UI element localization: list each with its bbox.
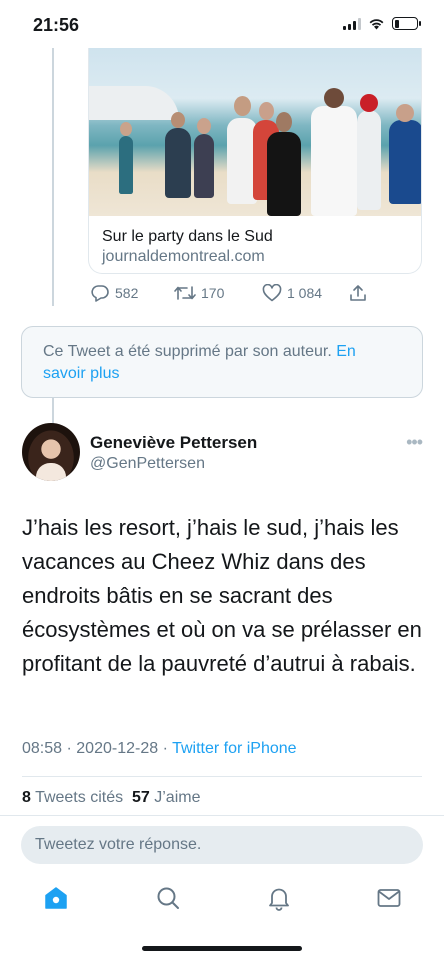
share-button[interactable]: [348, 284, 368, 302]
cellular-signal-icon: [343, 17, 361, 30]
quote-tweets-link[interactable]: 8 Tweets cités: [22, 789, 123, 806]
meta-separator: ·: [66, 740, 72, 757]
tweet-date: 2020-12-28: [76, 740, 159, 757]
battery-level: [394, 19, 399, 28]
mail-icon: [377, 889, 401, 907]
reply-icon: [91, 285, 109, 302]
reply-input[interactable]: [21, 826, 423, 864]
tweet-source-link[interactable]: Twitter for iPhone: [172, 740, 297, 757]
tab-bar: [0, 877, 444, 921]
like-total: 57: [131, 789, 150, 806]
divider: [22, 776, 422, 777]
link-preview-card[interactable]: Sur le party dans le Sud journaldemontre…: [88, 48, 422, 274]
meta-separator: ·: [162, 740, 168, 757]
battery-icon: [392, 17, 421, 30]
wifi-icon: [369, 19, 384, 30]
tab-search[interactable]: [155, 885, 181, 911]
avatar[interactable]: [22, 423, 80, 481]
bell-icon: [269, 888, 289, 911]
tab-messages[interactable]: [376, 885, 402, 911]
reply-button[interactable]: 582: [90, 284, 138, 302]
thread-line: [52, 48, 54, 306]
tweet-meta: 08:58 · 2020-12-28 · Twitter for iPhone: [22, 740, 297, 758]
tweet-stats: 8 Tweets cités 57 J’aime: [22, 789, 200, 807]
tweet-actions: 582 170 1 084: [90, 284, 380, 306]
parasol: [89, 86, 179, 120]
tweet-time: 08:58: [22, 740, 63, 757]
quote-label: Tweets cités: [35, 789, 124, 806]
share-icon: [350, 285, 366, 301]
card-image: [89, 48, 421, 216]
quote-count: 8: [22, 789, 31, 806]
reply-count: 582: [115, 285, 139, 301]
retweet-icon: [174, 286, 196, 300]
like-button[interactable]: 1 084: [262, 284, 322, 302]
like-count: 1 084: [287, 285, 323, 301]
search-icon: [157, 887, 179, 909]
home-icon: [45, 887, 67, 909]
card-title: Sur le party dans le Sud: [102, 228, 273, 245]
card-domain: journaldemontreal.com: [102, 248, 265, 265]
likes-link[interactable]: 57 J’aime: [132, 789, 200, 806]
tab-notifications[interactable]: [266, 885, 292, 911]
tweet-text: J’hais les resort, j’hais le sud, j’hais…: [22, 515, 422, 676]
status-time: 21:56: [33, 15, 80, 35]
heart-icon: [262, 284, 282, 302]
deleted-tweet-notice: Ce Tweet a été supprimé par son auteur. …: [21, 326, 423, 398]
status-icons: [343, 17, 421, 30]
home-indicator: [142, 946, 302, 951]
deleted-notice-text: Ce Tweet a été supprimé par son auteur.: [43, 343, 337, 360]
retweet-button[interactable]: 170: [174, 284, 224, 302]
more-options-icon[interactable]: •••: [406, 432, 423, 453]
tab-home[interactable]: [43, 885, 69, 911]
thread-line: [52, 396, 54, 426]
display-name[interactable]: Geneviève Pettersen: [90, 433, 257, 453]
like-label: J’aime: [154, 789, 201, 806]
user-handle[interactable]: @GenPettersen: [90, 455, 205, 473]
status-bar: 21:56: [0, 0, 444, 48]
retweet-count: 170: [201, 285, 225, 301]
